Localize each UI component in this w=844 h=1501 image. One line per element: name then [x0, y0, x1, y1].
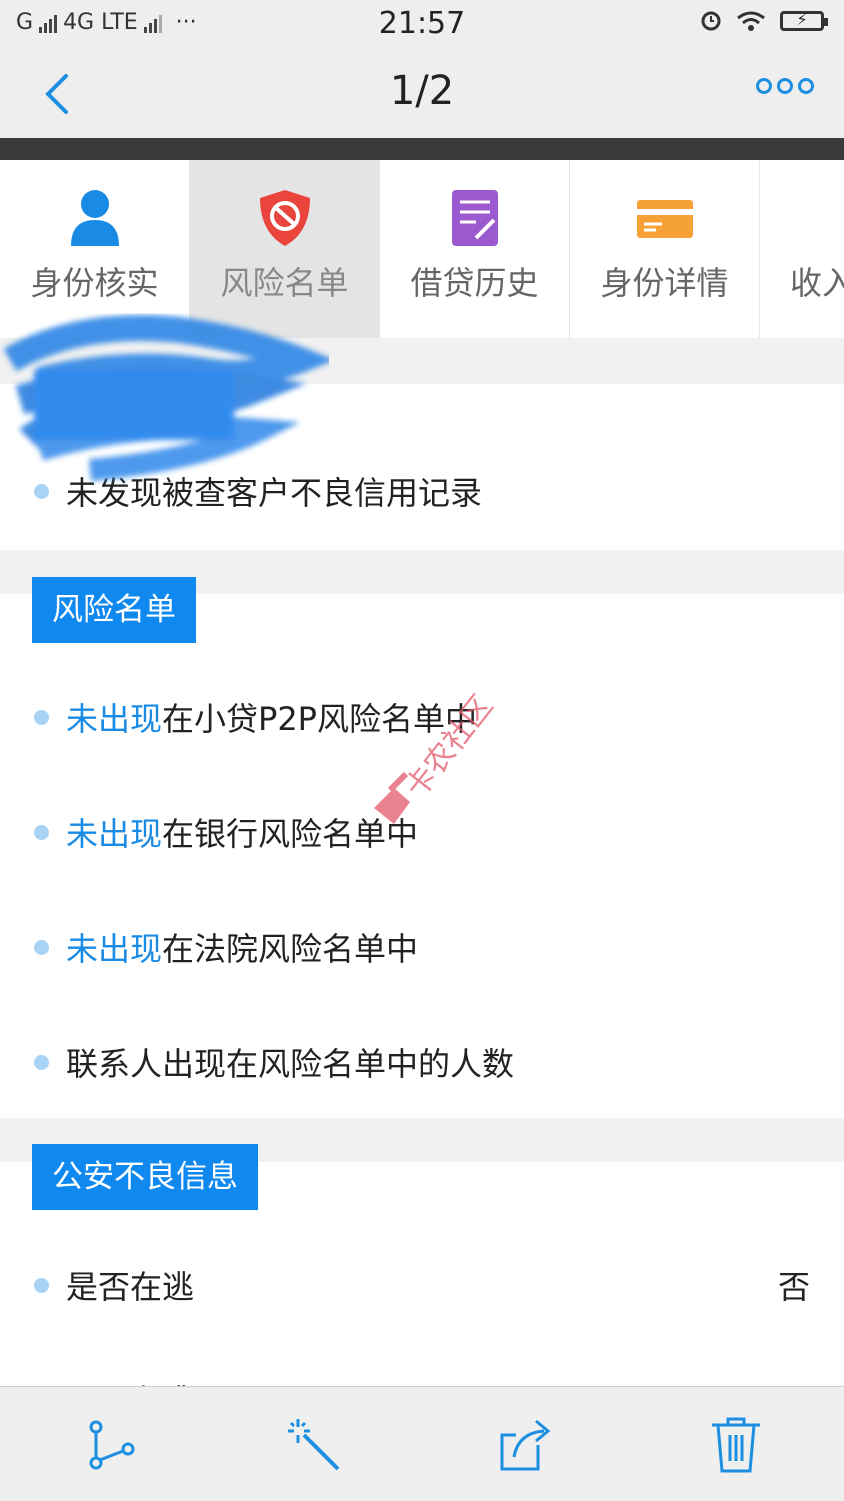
tab-loan-history[interactable]: 借贷历史: [380, 160, 570, 338]
credit-section: 未发现被查客户不良信用记录: [0, 384, 844, 550]
bullet: [34, 940, 49, 955]
bullet: [34, 825, 49, 840]
tab-identity-detail[interactable]: 身份详情: [570, 160, 760, 338]
tab-label: 借贷历史: [380, 258, 569, 304]
tab-label: 风险名单: [190, 258, 379, 304]
tab-risk-list[interactable]: 风险名单: [190, 160, 380, 338]
page-title: 1/2: [0, 68, 844, 114]
row-text: 未出现在法院风险名单中: [66, 924, 418, 970]
nav-bar: 1/2: [0, 50, 844, 138]
income-icon: [825, 188, 844, 248]
bullet: [34, 710, 49, 725]
row-text: 未出现在银行风险名单中: [66, 809, 418, 855]
more-options-icon[interactable]: [756, 78, 814, 94]
bottom-toolbar: [0, 1386, 844, 1501]
row-value: 否: [778, 1262, 810, 1308]
list-item: 未出现在法院风险名单中: [0, 916, 844, 976]
row-text: 未出现在小贷P2P风险名单中: [66, 694, 477, 740]
risk-list-section: 未出现在小贷P2P风险名单中 未出现在银行风险名单中 未出现在法院风险名单中 联…: [0, 594, 844, 1118]
tab-strip: 身份核实 风险名单 借贷历史 身份详情 收入: [0, 160, 844, 338]
bullet: [34, 484, 49, 499]
row-text: 未发现被查客户不良信用记录: [66, 468, 482, 514]
row-text: 联系人出现在风险名单中的人数: [66, 1039, 514, 1085]
tab-label: 身份详情: [570, 258, 759, 304]
image-top-edge: [0, 138, 844, 160]
tab-identity-verify[interactable]: 身份核实: [0, 160, 190, 338]
document-pen-icon: [450, 188, 500, 248]
bullet: [34, 1278, 49, 1293]
alarm-icon: [700, 10, 722, 32]
section-header-risk-list: 风险名单: [32, 577, 196, 643]
tab-label: 身份核实: [0, 258, 189, 304]
bullet: [34, 1055, 49, 1070]
branch-icon[interactable]: [82, 1415, 142, 1475]
list-item: 是否在逃 否: [0, 1254, 844, 1314]
status-icons: ⚡: [700, 10, 824, 32]
list-item: 联系人出现在风险名单中的人数: [0, 1031, 844, 1091]
tab-label: 收入: [760, 258, 844, 304]
magic-wand-icon[interactable]: [284, 1415, 344, 1475]
section-header-police-info: 公安不良信息: [32, 1144, 258, 1210]
row-text: 是否在逃: [66, 1262, 194, 1308]
list-item: 未发现被查客户不良信用记录: [0, 460, 844, 520]
battery-icon: ⚡: [780, 11, 824, 31]
list-item: 未出现在小贷P2P风险名单中: [0, 686, 844, 746]
share-icon[interactable]: [498, 1415, 558, 1475]
status-bar: G 4G LTE ··· 21:57 ⚡: [0, 0, 844, 50]
trash-icon[interactable]: [706, 1415, 766, 1475]
tab-income[interactable]: 收入: [760, 160, 844, 338]
list-item: 未出现在银行风险名单中: [0, 801, 844, 861]
person-icon: [67, 188, 123, 248]
shield-block-icon: [258, 188, 312, 248]
card-icon: [636, 188, 694, 248]
wifi-icon: [736, 10, 766, 32]
